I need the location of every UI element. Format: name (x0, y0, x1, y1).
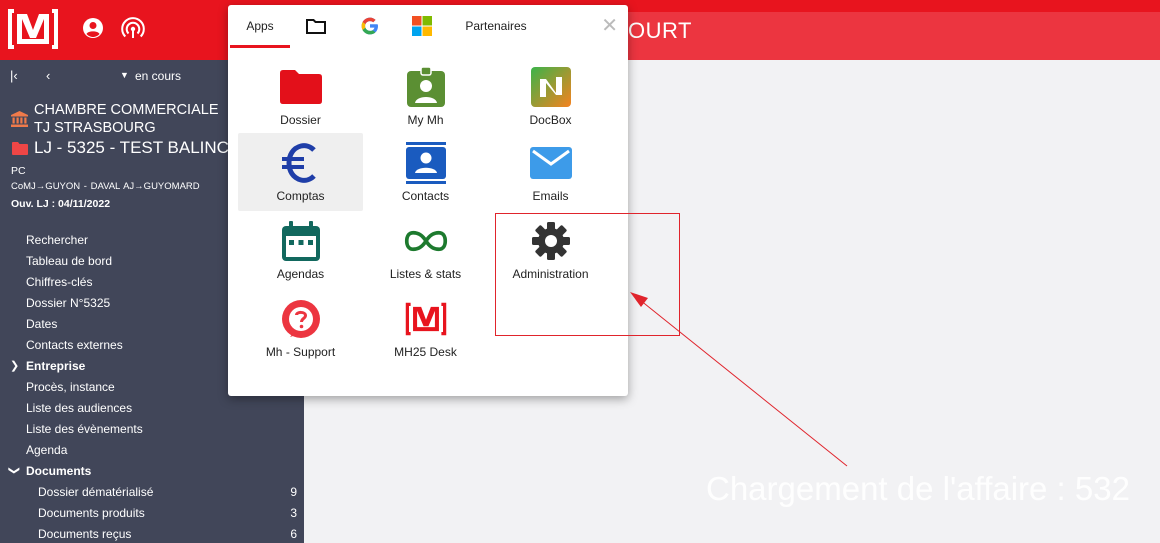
court-location: TJ STRASBOURG (34, 120, 156, 136)
opening-date: Ouv. LJ : 04/11/2022 (11, 198, 111, 210)
app-docbox[interactable]: DocBox (488, 57, 613, 135)
app-listes-stats[interactable]: Listes & stats (363, 211, 488, 289)
menu-liste-evenements[interactable]: Liste des évènements (26, 422, 143, 436)
menu-liste-audiences[interactable]: Liste des audiences (26, 401, 132, 415)
count-badge: 6 (290, 527, 297, 541)
menu-documents-recus[interactable]: Documents reçus (38, 527, 131, 541)
tab-partenaires[interactable]: Partenaires (456, 5, 536, 47)
status-dropdown[interactable]: en cours (135, 69, 181, 83)
app-mh-support[interactable]: Mh - Support (238, 289, 363, 367)
broadcast-icon[interactable] (121, 16, 145, 40)
mail-icon (529, 141, 573, 185)
page-header-strip (620, 12, 1160, 60)
procedure-type: PC (11, 165, 26, 177)
tab-apps[interactable]: Apps (230, 5, 290, 47)
user-account-icon[interactable] (81, 16, 105, 40)
tab-folder[interactable] (296, 5, 336, 47)
menu-tableau-de-bord[interactable]: Tableau de bord (26, 254, 112, 268)
app-label: DocBox (529, 113, 572, 127)
page-title: OURT (628, 18, 692, 43)
folder-outline-icon (306, 19, 326, 34)
help-question-icon (279, 297, 323, 341)
contacts-icon (404, 141, 448, 185)
app-contacts[interactable]: Contacts (363, 133, 488, 211)
first-page-icon[interactable]: |‹ (10, 68, 18, 83)
app-my-mh[interactable]: My Mh (363, 57, 488, 135)
count-badge: 3 (290, 506, 297, 520)
menu-agenda[interactable]: Agenda (26, 443, 67, 457)
app-label: Listes & stats (389, 267, 462, 281)
apps-launcher-popup: Apps Partenaires ✕ Dossier My Mh DocBox … (228, 5, 628, 396)
app-label: Contacts (401, 189, 450, 203)
menu-contacts-externes[interactable]: Contacts externes (26, 338, 123, 352)
app-emails[interactable]: Emails (488, 133, 613, 211)
folder-icon (279, 65, 323, 109)
active-tab-indicator (230, 45, 290, 48)
mh-logo-icon (404, 297, 448, 341)
popup-tabs: Apps Partenaires ✕ (228, 5, 628, 49)
previous-icon[interactable]: ‹ (46, 68, 50, 83)
infinity-icon (404, 219, 448, 263)
chevron-right-icon[interactable]: ❯ (10, 359, 19, 372)
app-label: Dossier (280, 113, 321, 127)
count-badge: 9 (290, 485, 297, 499)
app-label: Agendas (276, 267, 325, 281)
close-icon[interactable]: ✕ (601, 13, 618, 38)
app-dossier[interactable]: Dossier (238, 57, 363, 135)
menu-dossier-dematerialise[interactable]: Dossier dématérialisé (38, 485, 153, 499)
menu-documents-produits[interactable]: Documents produits (38, 506, 145, 520)
docbox-icon (529, 65, 573, 109)
chevron-down-icon[interactable]: ❯ (8, 466, 21, 475)
case-title[interactable]: LJ - 5325 - TEST BALINCO (34, 138, 242, 158)
court-name: CHAMBRE COMMERCIALE (34, 102, 219, 118)
badge-user-icon (404, 65, 448, 109)
google-icon (361, 17, 378, 35)
menu-documents[interactable]: Documents (26, 464, 91, 478)
app-label: Comptas (276, 189, 325, 203)
app-label: MH25 Desk (394, 345, 457, 359)
calendar-icon (279, 219, 323, 263)
menu-dossier[interactable]: Dossier N°5325 (26, 296, 110, 310)
app-agendas[interactable]: Agendas (238, 211, 363, 289)
menu-rechercher[interactable]: Rechercher (26, 233, 88, 247)
menu-entreprise[interactable]: Entreprise (26, 359, 85, 373)
loading-message: Chargement de l'affaire : 532 (706, 470, 1130, 507)
euro-icon (279, 141, 323, 185)
app-label: Mh - Support (265, 345, 336, 359)
court-building-icon (11, 111, 28, 127)
caret-down-icon[interactable]: ▼ (120, 70, 129, 80)
app-label: Emails (532, 189, 569, 203)
menu-proces-instance[interactable]: Procès, instance (26, 380, 115, 394)
menu-chiffres-cles[interactable]: Chiffres-clés (26, 275, 92, 289)
tab-google[interactable] (350, 5, 390, 47)
app-label: My Mh (407, 113, 444, 127)
annotation-highlight-box (495, 213, 680, 336)
app-mh25-desk[interactable]: MH25 Desk (363, 289, 488, 367)
case-actors: CoMJ→GUYON - DAVAL AJ→GUYOMARD (11, 181, 200, 192)
menu-dates[interactable]: Dates (26, 317, 57, 331)
mh-logo-icon[interactable] (6, 8, 60, 50)
microsoft-icon (412, 16, 432, 36)
tab-microsoft[interactable] (402, 5, 442, 47)
folder-icon (12, 142, 28, 155)
app-comptas[interactable]: Comptas (238, 133, 363, 211)
